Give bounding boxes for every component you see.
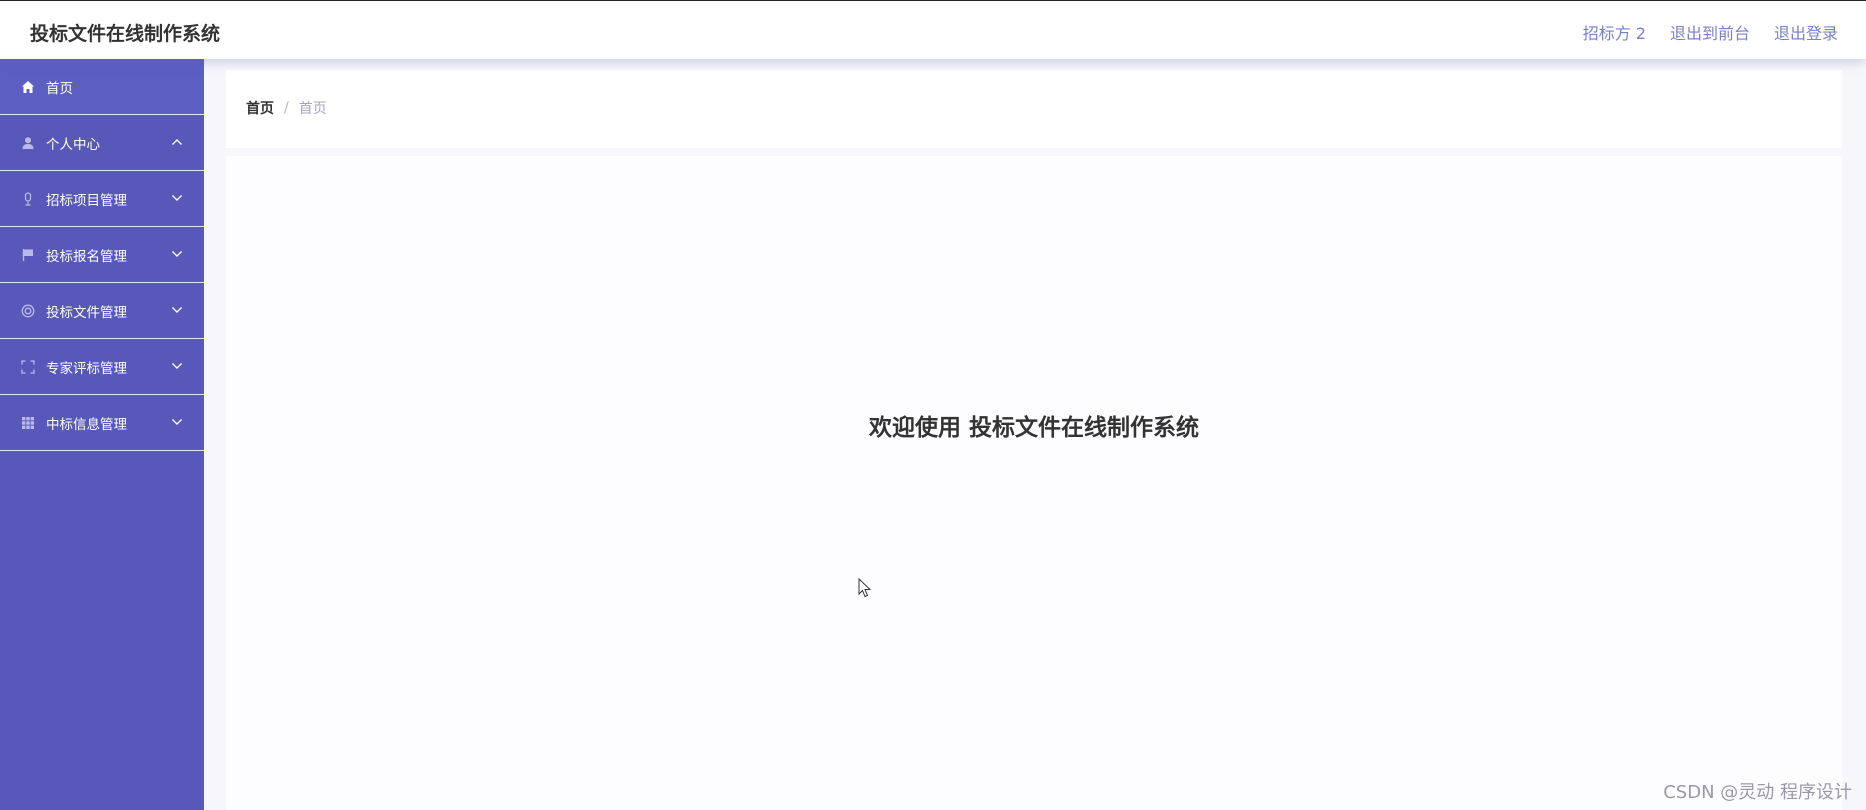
sidebar-item-winning-bid-info[interactable]: 中标信息管理 <box>0 395 204 451</box>
sidebar-item-label: 招标项目管理 <box>46 192 127 209</box>
logout-link[interactable]: 退出登录 <box>1774 20 1838 44</box>
flag-icon <box>20 247 36 263</box>
welcome-message: 欢迎使用 投标文件在线制作系统 <box>868 415 1199 441</box>
sidebar-item-bid-registration[interactable]: 投标报名管理 <box>0 227 204 283</box>
home-icon <box>20 79 36 95</box>
user-icon <box>20 135 36 151</box>
sidebar-item-label: 个人中心 <box>46 136 100 153</box>
exit-to-frontend-link[interactable]: 退出到前台 <box>1670 20 1750 44</box>
sidebar-item-label: 中标信息管理 <box>46 416 127 433</box>
breadcrumb-home-link[interactable]: 首页 <box>246 98 274 118</box>
grid-icon <box>20 415 36 431</box>
top-links: 招标方 2 退出到前台 退出登录 <box>1583 20 1838 44</box>
top-bar: 投标文件在线制作系统 招标方 2 退出到前台 退出登录 <box>0 0 1866 59</box>
sidebar: 首页 个人中心 招标项目管理 投标报名管理 投标文件管理 专家评标管理 中标信息… <box>0 59 204 810</box>
help-circle-icon <box>20 303 36 319</box>
main-content: 欢迎使用 投标文件在线制作系统 <box>226 156 1842 810</box>
watermark-text: CSDN @灵动 程序设计 <box>1663 782 1852 803</box>
sidebar-item-label: 专家评标管理 <box>46 360 127 377</box>
fullscreen-icon <box>20 359 36 375</box>
chevron-down-icon <box>170 247 184 261</box>
mic-icon <box>20 191 36 207</box>
breadcrumb-separator: / <box>284 100 289 116</box>
sidebar-item-personal-center[interactable]: 个人中心 <box>0 115 204 171</box>
mouse-cursor-icon <box>858 577 872 602</box>
chevron-down-icon <box>170 303 184 317</box>
chevron-down-icon <box>170 359 184 373</box>
chevron-down-icon <box>170 191 184 205</box>
app-title: 投标文件在线制作系统 <box>30 23 221 45</box>
breadcrumb: 首页 / 首页 <box>246 98 327 118</box>
sidebar-item-bid-documents[interactable]: 投标文件管理 <box>0 283 204 339</box>
chevron-up-icon <box>170 135 184 149</box>
breadcrumb-current: 首页 <box>298 101 327 117</box>
user-role-link[interactable]: 招标方 2 <box>1583 20 1646 44</box>
sidebar-item-label: 首页 <box>46 80 73 97</box>
sidebar-item-tender-projects[interactable]: 招标项目管理 <box>0 171 204 227</box>
chevron-down-icon <box>170 415 184 429</box>
sidebar-item-home[interactable]: 首页 <box>0 59 204 115</box>
sidebar-item-label: 投标文件管理 <box>46 304 127 321</box>
breadcrumb-card: 首页 / 首页 <box>226 70 1842 148</box>
sidebar-item-label: 投标报名管理 <box>46 248 127 265</box>
sidebar-item-expert-evaluation[interactable]: 专家评标管理 <box>0 339 204 395</box>
